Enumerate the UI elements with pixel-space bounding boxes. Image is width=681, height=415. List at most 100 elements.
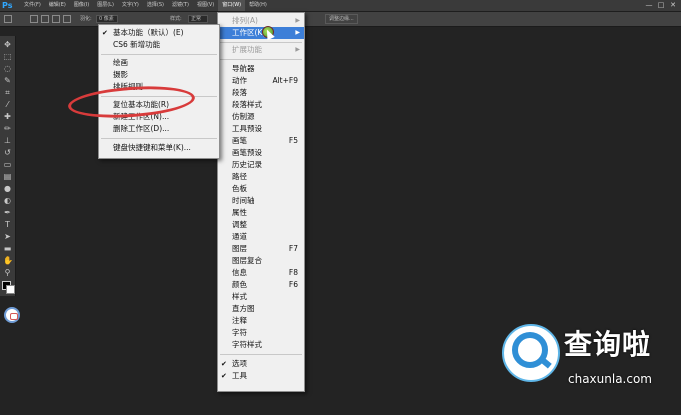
window-menu-item-styles[interactable]: 样式 <box>218 291 304 303</box>
menu-item-label: 段落样式 <box>232 100 262 109</box>
window-menu-item-actions[interactable]: 动作 Alt+F9 <box>218 75 304 87</box>
path-selection-icon[interactable]: ➤ <box>3 232 12 241</box>
healing-brush-icon[interactable]: ✚ <box>3 112 12 121</box>
menu-item-label: 图层 <box>232 244 247 253</box>
menu-item-shortcut: F7 <box>288 244 298 253</box>
quick-selection-icon[interactable]: ✎ <box>3 76 12 85</box>
rectangular-marquee-icon[interactable]: ⬚ <box>3 52 12 61</box>
minimize-button[interactable]: — <box>643 0 655 11</box>
workspace-item-painting[interactable]: 绘画 <box>99 57 219 69</box>
window-menu-item-channels[interactable]: 通道 <box>218 231 304 243</box>
menu-select[interactable]: 选择(S) <box>143 0 168 11</box>
blur-icon[interactable]: ● <box>3 184 12 193</box>
window-menu-item-layers[interactable]: 图层 F7 <box>218 243 304 255</box>
menu-item-label: 通道 <box>232 232 247 241</box>
window-menu-item-swatches[interactable]: 色板 <box>218 183 304 195</box>
window-menu-item-histogram[interactable]: 直方图 <box>218 303 304 315</box>
magnifier-q-icon <box>512 332 548 368</box>
maximize-button[interactable]: □ <box>655 0 667 11</box>
window-menu-item-character-styles[interactable]: 字符样式 <box>218 339 304 351</box>
add-to-selection-icon[interactable] <box>41 15 49 23</box>
window-menu-item-navigator[interactable]: 导航器 <box>218 63 304 75</box>
dodge-icon[interactable]: ◐ <box>3 196 12 205</box>
workspace-item-photography[interactable]: 摄影 <box>99 69 219 81</box>
pen-icon[interactable]: ✒ <box>3 208 12 217</box>
window-menu-item-character[interactable]: 字符 <box>218 327 304 339</box>
window-menu-item-arrange[interactable]: 排列(A) ▶ <box>218 15 304 27</box>
workspace-item-essentials[interactable]: ✔ 基本功能（默认）(E) <box>99 27 219 39</box>
workspace-item-keyboard-shortcuts[interactable]: 键盘快捷键和菜单(K)... <box>99 142 219 154</box>
gradient-icon[interactable]: ▤ <box>3 172 12 181</box>
menu-help[interactable]: 帮助(H) <box>245 0 271 11</box>
window-menu-item-color[interactable]: 颜色 F6 <box>218 279 304 291</box>
window-menu-item-paths[interactable]: 路径 <box>218 171 304 183</box>
window-menu-item-timeline[interactable]: 时间轴 <box>218 195 304 207</box>
menu-window[interactable]: 窗口(W) <box>218 0 246 11</box>
menu-item-label: 画笔 <box>232 136 247 145</box>
window-menu-item-paragraph[interactable]: 段落 <box>218 87 304 99</box>
zoom-icon[interactable]: ⚲ <box>3 268 12 277</box>
window-menu-item-options[interactable]: ✔ 选项 <box>218 358 304 370</box>
intersect-selection-icon[interactable] <box>63 15 71 23</box>
window-menu-item-brush-presets[interactable]: 画笔预设 <box>218 147 304 159</box>
clone-stamp-icon[interactable]: ⊥ <box>3 136 12 145</box>
menu-image[interactable]: 图像(I) <box>70 0 93 11</box>
watermark: 查询啦 chaxunla.com <box>502 320 674 410</box>
refine-edge-button[interactable]: 调整边缘... <box>325 14 358 24</box>
menu-item-label: 绘画 <box>113 58 128 67</box>
window-menu-item-clone-source[interactable]: 仿制源 <box>218 111 304 123</box>
move-tool-icon[interactable]: ✥ <box>3 40 12 49</box>
subtract-selection-icon[interactable] <box>52 15 60 23</box>
feather-field[interactable]: 0 像素 <box>96 15 118 23</box>
window-menu-item-workspace[interactable]: 工作区(K) ▶ <box>218 27 304 39</box>
menu-type[interactable]: 文字(Y) <box>118 0 143 11</box>
close-button[interactable]: ✕ <box>667 0 679 11</box>
window-menu-item-brush[interactable]: 画笔 F5 <box>218 135 304 147</box>
rectangle-shape-icon[interactable]: ▬ <box>3 244 12 253</box>
chevron-right-icon: ▶ <box>295 29 300 36</box>
lasso-icon[interactable]: ◌ <box>3 64 12 73</box>
window-menu-item-tools[interactable]: ✔ 工具 <box>218 370 304 382</box>
window-menu-item-info[interactable]: 信息 F8 <box>218 267 304 279</box>
menu-file[interactable]: 文件(F) <box>20 0 45 11</box>
history-brush-icon[interactable]: ↺ <box>3 148 12 157</box>
hand-icon[interactable]: ✋ <box>3 256 13 265</box>
crop-icon[interactable]: ⌗ <box>3 88 12 97</box>
menu-bar: Ps 文件(F) 编辑(E) 图像(I) 图层(L) 文字(Y) 选择(S) 滤… <box>0 0 681 12</box>
window-menu-item-properties[interactable]: 属性 <box>218 207 304 219</box>
menu-filter[interactable]: 滤镜(T) <box>168 0 193 11</box>
menu-layer[interactable]: 图层(L) <box>93 0 118 11</box>
window-menu-item-tool-presets[interactable]: 工具预设 <box>218 123 304 135</box>
menu-item-label: 工作区(K) <box>232 28 266 37</box>
menu-item-label: 段落 <box>232 88 247 97</box>
style-select[interactable]: 正常 <box>188 15 208 23</box>
menu-item-label: 基本功能（默认）(E) <box>113 28 184 37</box>
menu-item-label: 调整 <box>232 220 247 229</box>
eyedropper-icon[interactable]: ⁄ <box>3 100 12 109</box>
workspace-item-cs6-new[interactable]: CS6 新增功能 <box>99 39 219 51</box>
menu-item-label: 删除工作区(D)... <box>113 124 170 133</box>
type-icon[interactable]: T <box>3 220 12 229</box>
window-menu-item-extensions[interactable]: 扩展功能 ▶ <box>218 44 304 56</box>
window-menu-item-layer-comps[interactable]: 图层复合 <box>218 255 304 267</box>
menu-separator <box>220 42 302 43</box>
watermark-logo-icon <box>502 324 560 382</box>
workspace-item-delete-workspace[interactable]: 删除工作区(D)... <box>99 123 219 135</box>
style-label: 样式: <box>170 16 182 22</box>
window-menu-item-adjustments[interactable]: 调整 <box>218 219 304 231</box>
brush-icon[interactable]: ✏ <box>3 124 12 133</box>
window-controls: — □ ✕ <box>643 0 679 11</box>
menu-separator <box>101 54 217 55</box>
window-menu-item-notes[interactable]: 注释 <box>218 315 304 327</box>
menu-item-label: 属性 <box>232 208 247 217</box>
window-menu-item-history[interactable]: 历史记录 <box>218 159 304 171</box>
background-color-swatch[interactable] <box>6 285 15 294</box>
menu-edit[interactable]: 编辑(E) <box>45 0 70 11</box>
window-menu-item-paragraph-styles[interactable]: 段落样式 <box>218 99 304 111</box>
tools-panel: ✥ ⬚ ◌ ✎ ⌗ ⁄ ✚ ✏ ⊥ ↺ ▭ ▤ ● ◐ ✒ T ➤ ▬ ✋ ⚲ <box>0 36 16 296</box>
marquee-tool-preset-icon[interactable] <box>4 15 12 23</box>
eraser-icon[interactable]: ▭ <box>3 160 12 169</box>
new-selection-icon[interactable] <box>30 15 38 23</box>
floating-badge-icon <box>4 307 20 323</box>
menu-view[interactable]: 视图(V) <box>193 0 218 11</box>
